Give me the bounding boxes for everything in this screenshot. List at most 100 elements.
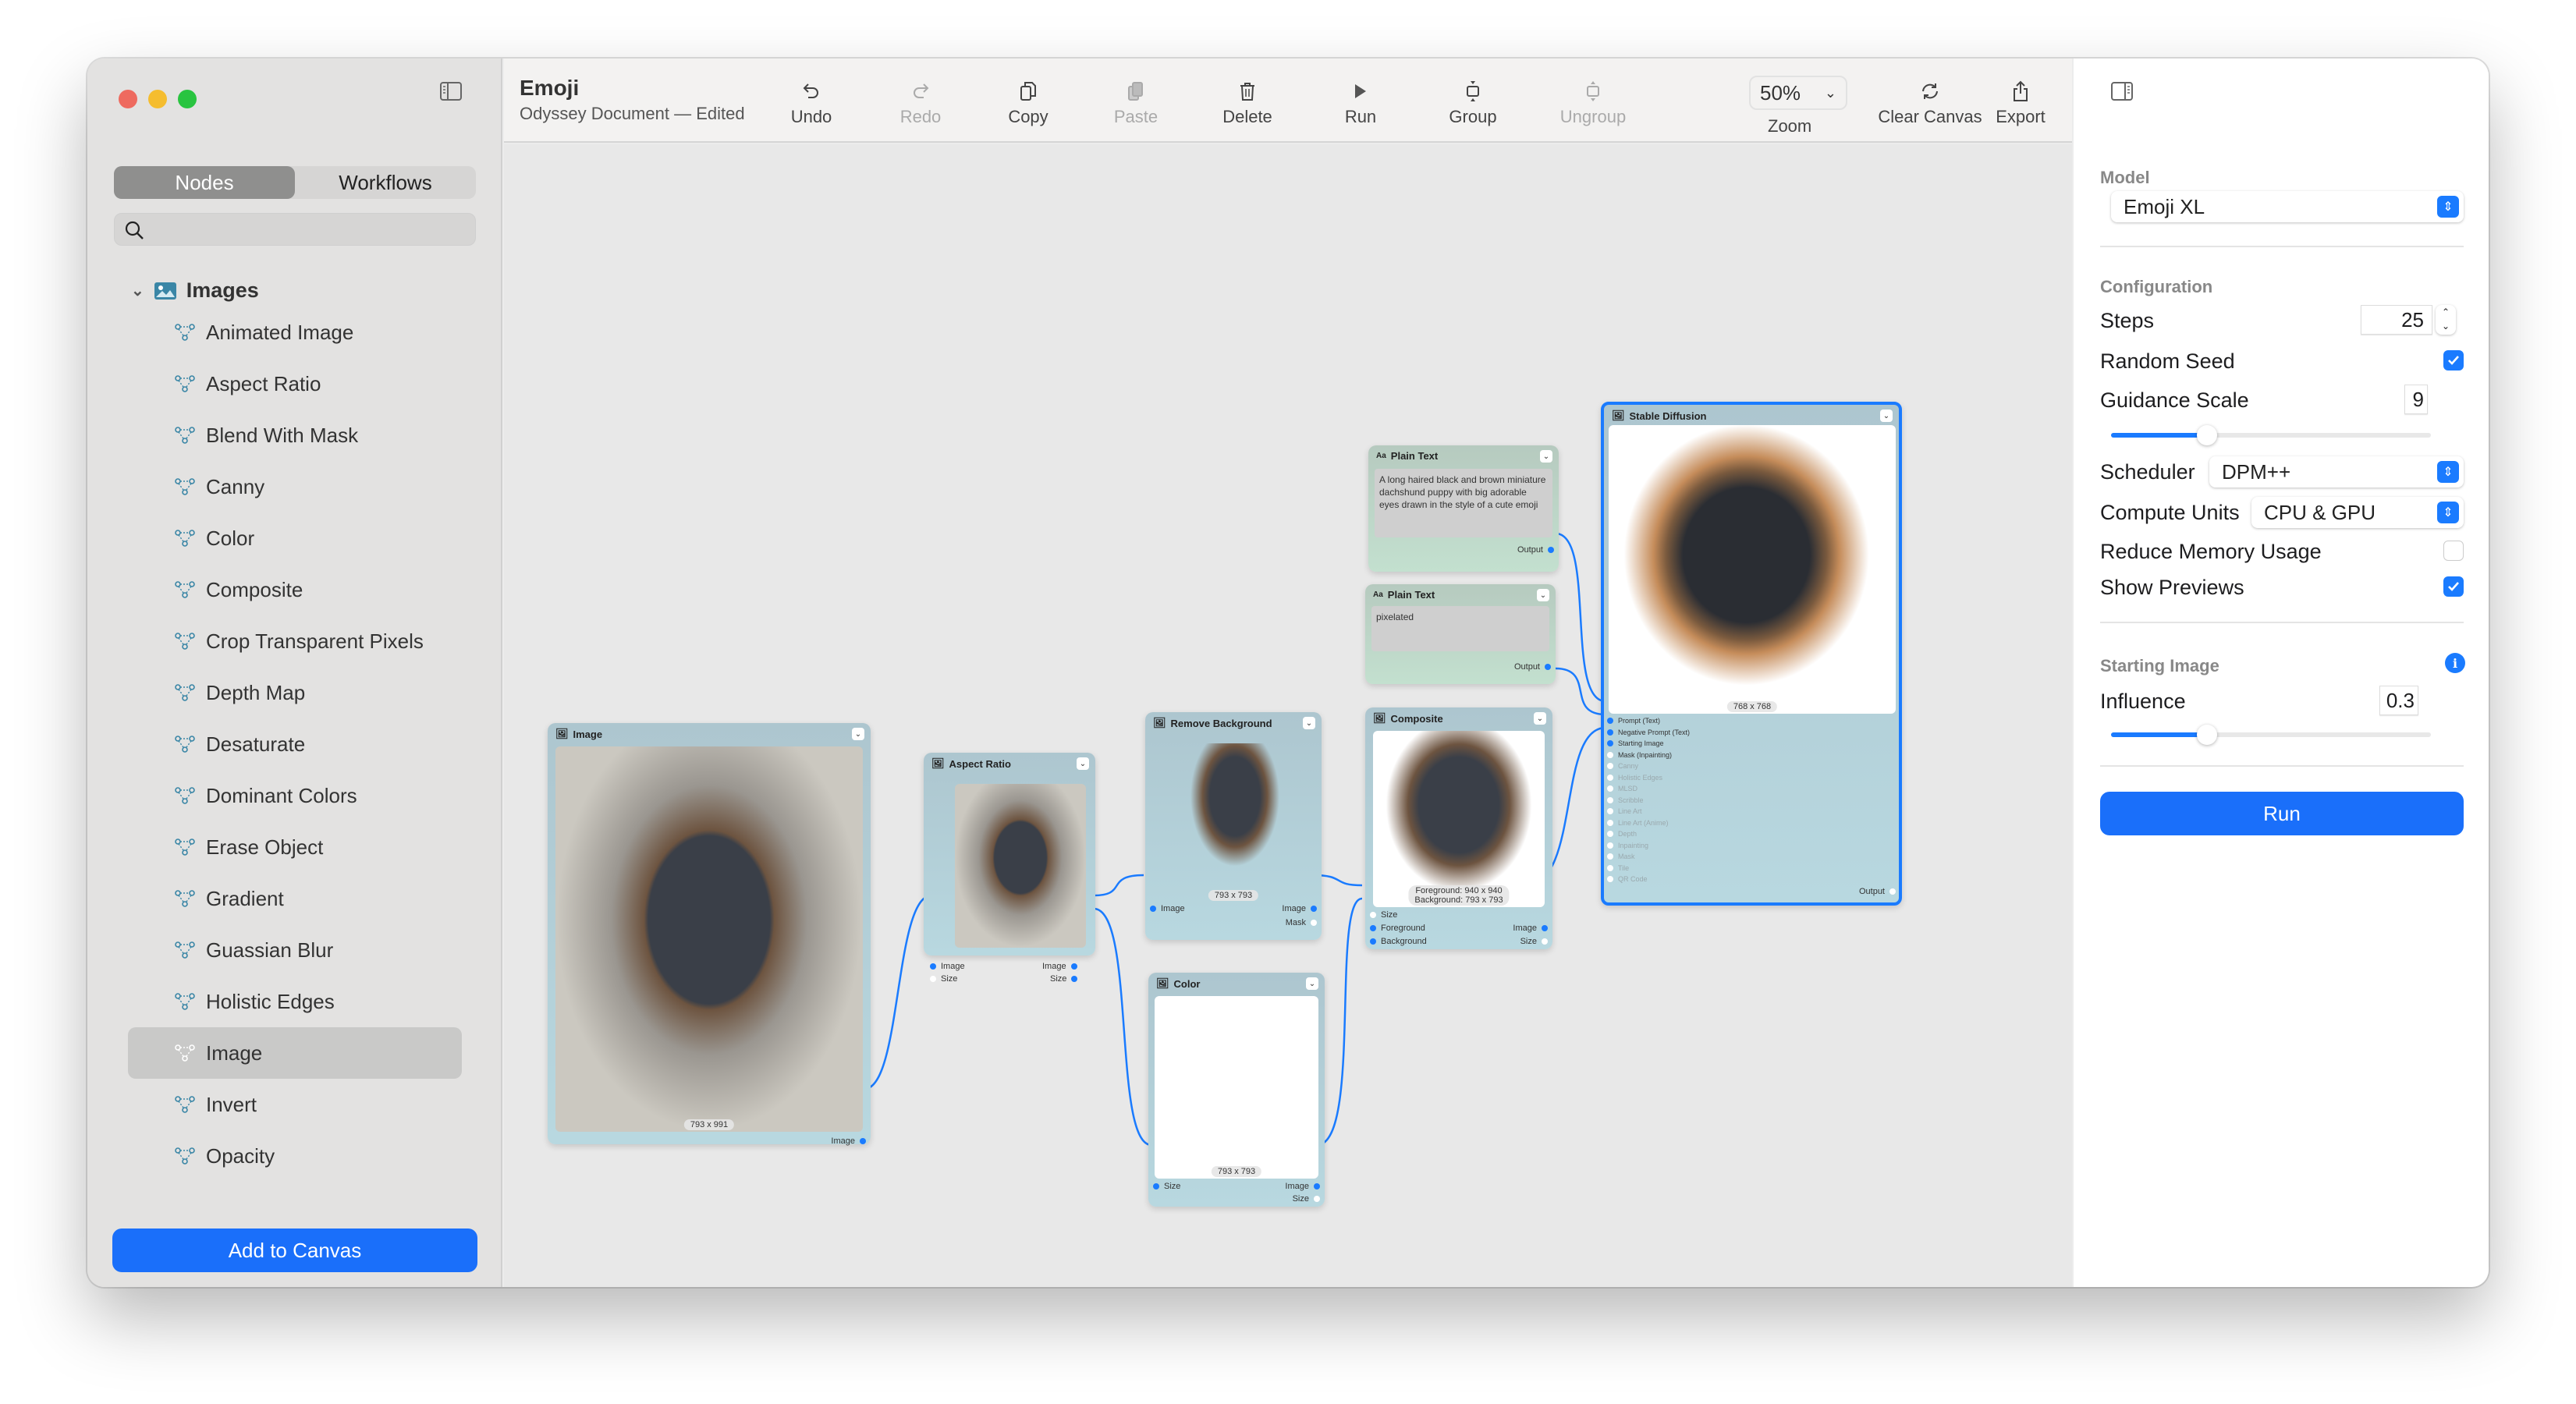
negative-prompt-textarea[interactable]: pixelated — [1371, 606, 1549, 651]
slider-knob[interactable] — [2197, 725, 2217, 745]
node-menu-button[interactable]: ⌄ — [1880, 410, 1893, 422]
search-input[interactable] — [154, 217, 466, 242]
sidebar-node-item[interactable]: Color — [128, 512, 462, 564]
node-color[interactable]: 🖼 Color ⌄ 793 x 793 Size Image Size — [1148, 973, 1325, 1207]
sidebar-node-item[interactable]: Gradient — [128, 873, 462, 924]
sidebar-node-item[interactable]: Opacity — [128, 1130, 462, 1182]
prompt-textarea[interactable]: A long haired black and brown miniature … — [1375, 469, 1552, 537]
node-menu-button[interactable]: ⌄ — [1306, 977, 1318, 990]
input-port-background[interactable]: Background — [1370, 937, 1427, 946]
input-port[interactable]: MLSD — [1607, 785, 1637, 792]
input-port[interactable]: Line Art (Anime) — [1607, 819, 1669, 827]
input-port[interactable]: Tile — [1607, 864, 1629, 872]
node-canvas[interactable]: 🖼 Image ⌄ 793 x 991 Image 🖼 Aspect Ratio ⌄… — [504, 144, 2072, 1287]
input-port[interactable]: Mask (Inpainting) — [1607, 751, 1672, 759]
node-plain-text-negative[interactable]: Aa Plain Text ⌄ pixelated Output — [1365, 584, 1556, 684]
influence-slider[interactable] — [2111, 725, 2431, 745]
output-port-image[interactable]: Image — [831, 1136, 866, 1146]
sidebar-node-item[interactable]: Dominant Colors — [128, 770, 462, 821]
node-image[interactable]: 🖼 Image ⌄ 793 x 991 Image — [548, 723, 871, 1146]
input-port[interactable]: Prompt (Text) — [1607, 717, 1660, 725]
node-composite[interactable]: 🖼 Composite ⌄ Foreground: 940 x 940 Backgr… — [1365, 707, 1552, 949]
zoom-window-button[interactable] — [178, 90, 197, 108]
sidebar-node-item[interactable]: Depth Map — [128, 667, 462, 718]
input-port[interactable]: Mask — [1607, 853, 1635, 860]
reduce-memory-checkbox[interactable] — [2443, 541, 2464, 561]
output-port-size[interactable]: Size — [1293, 1194, 1320, 1204]
node-menu-button[interactable]: ⌄ — [1540, 450, 1552, 463]
node-aspect-ratio[interactable]: 🖼 Aspect Ratio ⌄ — [924, 753, 1095, 956]
steps-input[interactable]: 25 — [2361, 305, 2432, 335]
output-port[interactable]: Output — [1514, 662, 1551, 672]
group-images[interactable]: ⌄ Images — [131, 278, 259, 303]
node-menu-button[interactable]: ⌄ — [1303, 717, 1315, 729]
random-seed-checkbox[interactable] — [2443, 350, 2464, 370]
node-menu-button[interactable]: ⌄ — [1077, 757, 1089, 770]
sidebar-node-item[interactable]: Blend With Mask — [128, 410, 462, 461]
output-port-image[interactable]: Image — [1042, 962, 1077, 971]
guidance-slider[interactable] — [2111, 425, 2431, 445]
clear-canvas-button[interactable]: Clear Canvas — [1875, 76, 1985, 127]
add-to-canvas-button[interactable]: Add to Canvas — [112, 1228, 477, 1272]
sidebar-node-item[interactable]: Composite — [128, 564, 462, 615]
input-port-image[interactable]: Image — [930, 962, 965, 971]
paste-button[interactable]: Paste — [1089, 76, 1183, 127]
minimize-button[interactable] — [148, 90, 167, 108]
scheduler-select[interactable]: DPM++ ⇕ — [2209, 456, 2464, 488]
node-menu-button[interactable]: ⌄ — [1534, 712, 1546, 725]
run-button[interactable]: Run — [2100, 792, 2464, 835]
output-port-image[interactable]: Image — [1513, 924, 1548, 933]
inspector-toggle-icon[interactable] — [2111, 82, 2133, 105]
guidance-input[interactable]: 9 — [2404, 385, 2428, 414]
info-icon[interactable]: i — [2445, 653, 2465, 673]
output-port[interactable]: Output — [1517, 545, 1554, 555]
input-port[interactable]: Canny — [1607, 762, 1638, 770]
export-button[interactable]: Export — [1982, 76, 2060, 127]
sidebar-node-item[interactable]: Canny — [128, 461, 462, 512]
sidebar-node-item[interactable]: Erase Object — [128, 821, 462, 873]
input-port[interactable]: Starting Image — [1607, 739, 1664, 747]
redo-button[interactable]: Redo — [874, 76, 967, 127]
sidebar-node-item[interactable]: Aspect Ratio — [128, 358, 462, 410]
input-port-size[interactable]: Size — [1153, 1182, 1180, 1191]
output-port-mask[interactable]: Mask — [1286, 918, 1317, 927]
output-port-image[interactable]: Image — [1282, 904, 1317, 913]
input-port-size[interactable]: Size — [930, 974, 957, 984]
ungroup-button[interactable]: Ungroup — [1546, 76, 1640, 127]
show-previews-checkbox[interactable] — [2443, 576, 2464, 597]
node-remove-background[interactable]: 🖼 Remove Background ⌄ 793 x 793 Image Ima… — [1145, 712, 1322, 940]
sidebar-node-item[interactable]: Image — [128, 1027, 462, 1079]
compute-units-select[interactable]: CPU & GPU ⇕ — [2251, 497, 2464, 528]
input-port[interactable]: Holistic Edges — [1607, 774, 1662, 782]
input-port-foreground[interactable]: Foreground — [1370, 924, 1425, 933]
tab-nodes[interactable]: Nodes — [114, 166, 295, 199]
input-port[interactable]: Line Art — [1607, 807, 1642, 815]
sidebar-node-item[interactable]: Desaturate — [128, 718, 462, 770]
copy-button[interactable]: Copy — [981, 76, 1075, 127]
tab-workflows[interactable]: Workflows — [295, 166, 476, 199]
sidebar-node-item[interactable]: Crop Transparent Pixels — [128, 615, 462, 667]
sidebar-node-item[interactable]: Animated Image — [128, 307, 462, 358]
close-button[interactable] — [119, 90, 137, 108]
zoom-select[interactable]: 50% ⌄ — [1749, 76, 1847, 110]
output-port-size[interactable]: Size — [1520, 937, 1548, 946]
node-menu-button[interactable]: ⌄ — [1537, 589, 1549, 601]
input-port[interactable]: Depth — [1607, 830, 1637, 838]
output-port-image[interactable]: Image — [1285, 1182, 1320, 1191]
input-port[interactable]: QR Code — [1607, 875, 1648, 883]
input-port[interactable]: Inpainting — [1607, 842, 1648, 849]
input-port[interactable]: Scribble — [1607, 796, 1644, 804]
node-stable-diffusion[interactable]: 🖼 Stable Diffusion ⌄ 768 x 768 Prompt (Te… — [1601, 402, 1902, 906]
input-port-image[interactable]: Image — [1150, 904, 1185, 913]
node-plain-text-prompt[interactable]: Aa Plain Text ⌄ A long haired black and b… — [1368, 445, 1559, 572]
steps-stepper[interactable]: ⌃ ⌄ — [2436, 305, 2456, 335]
input-port-size[interactable]: Size — [1370, 910, 1397, 920]
model-select[interactable]: Emoji XL ⇕ — [2111, 191, 2464, 222]
slider-knob[interactable] — [2197, 425, 2217, 445]
undo-button[interactable]: Undo — [765, 76, 858, 127]
sidebar-node-item[interactable]: Invert — [128, 1079, 462, 1130]
influence-input[interactable]: 0.3 — [2379, 686, 2418, 715]
output-port[interactable]: Output — [1859, 887, 1896, 896]
input-port[interactable]: Negative Prompt (Text) — [1607, 729, 1690, 736]
delete-button[interactable]: Delete — [1201, 76, 1294, 127]
